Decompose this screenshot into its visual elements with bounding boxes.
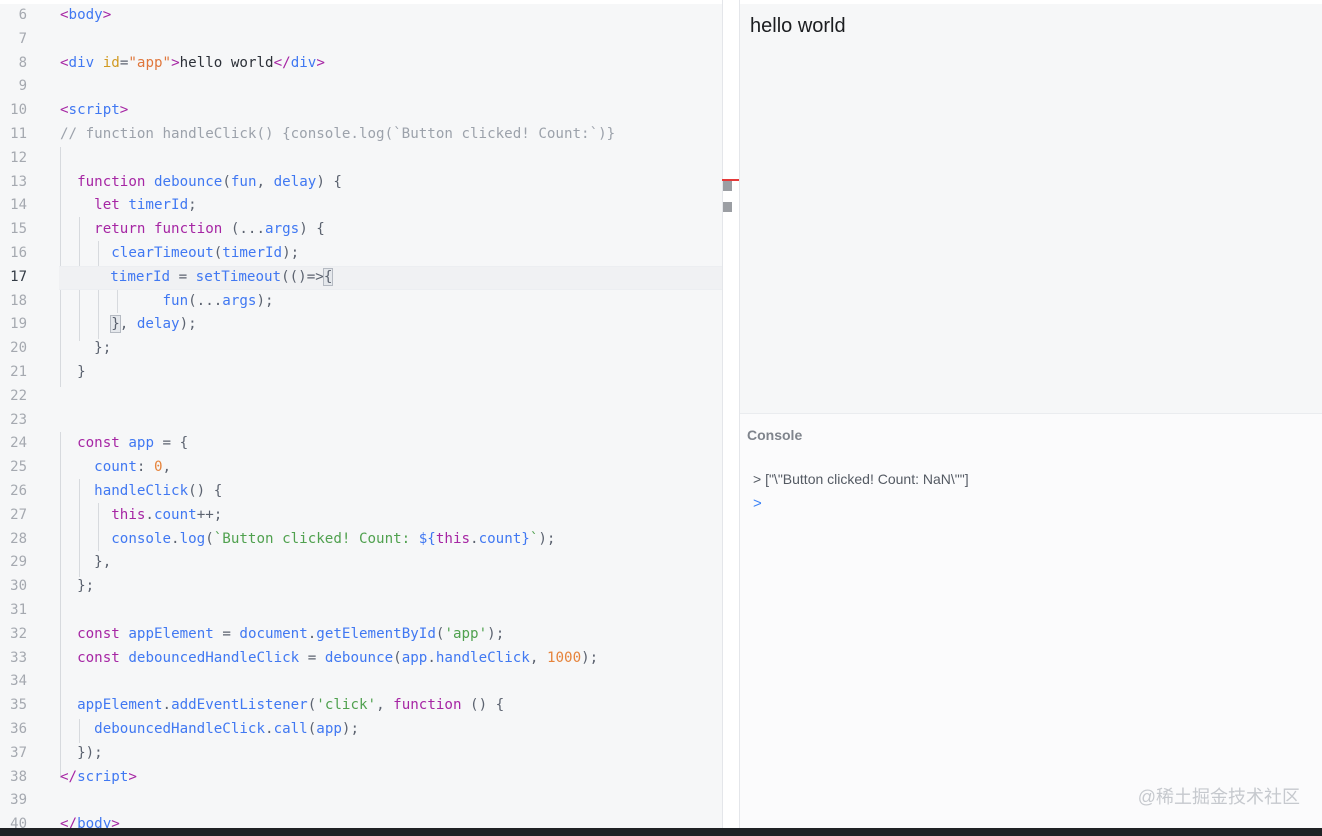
line-number: 22 [10, 387, 27, 404]
line-number: 34 [10, 673, 27, 690]
code-line-10: <script> [60, 102, 129, 119]
code-line-17-active: timerId = setTimeout(()=>{ [59, 265, 722, 290]
line-number-gutter: 6 7 8 9 10 11 12 13 14 15 16 17 18 19 20… [0, 4, 44, 836]
code-line-36: debouncedHandleClick.call(app); [94, 720, 359, 737]
watermark: @稀土掘金技术社区 [1137, 787, 1300, 807]
line-number: 12 [10, 149, 27, 166]
code-line-16: clearTimeout(timerId); [111, 244, 300, 261]
line-number: 8 [18, 54, 27, 71]
line-number: 18 [10, 292, 27, 309]
code-line-15: return function (...args) { [94, 221, 325, 238]
code-line-35: appElement.addEventListener('click', fun… [77, 697, 505, 714]
line-number: 19 [10, 316, 27, 333]
code-line-32: const appElement = document.getElementBy… [77, 625, 505, 642]
matched-brace: } [110, 315, 121, 334]
line-number: 15 [10, 221, 27, 238]
scrollbar-marker[interactable] [723, 181, 732, 191]
console-prompt[interactable]: > [753, 495, 762, 512]
code-line-27: this.count++; [111, 506, 223, 523]
code-line-38: </script> [60, 768, 137, 785]
line-number: 20 [10, 340, 27, 357]
code-line-26: handleClick() { [94, 482, 223, 499]
line-number: 31 [10, 601, 27, 618]
line-number-active: 17 [10, 268, 27, 285]
preview-pane[interactable]: hello world [740, 4, 1322, 413]
code-editor[interactable]: 6 7 8 9 10 11 12 13 14 15 16 17 18 19 20… [0, 0, 722, 836]
code-line-6: <body> [60, 7, 112, 23]
line-number: 7 [18, 30, 27, 47]
line-number: 33 [10, 649, 27, 666]
line-number: 26 [10, 482, 27, 499]
line-number: 21 [10, 363, 27, 380]
code-line-29: }, [60, 554, 112, 571]
code-line-13: function debounce(fun, delay) { [77, 173, 342, 190]
line-number: 24 [10, 435, 27, 452]
line-number: 39 [10, 792, 27, 809]
line-number: 9 [18, 78, 27, 95]
line-number: 27 [10, 506, 27, 523]
code-line-19: }, delay); [110, 315, 197, 334]
line-number: 6 [18, 7, 27, 23]
preview-app-text[interactable]: hello world [750, 15, 846, 38]
line-number: 37 [10, 744, 27, 761]
line-number: 38 [10, 768, 27, 785]
console-title: Console [747, 427, 803, 443]
line-number: 13 [10, 173, 27, 190]
bottom-bar [0, 828, 1322, 836]
line-number: 14 [10, 197, 27, 214]
code-lines[interactable]: <body> <div id="app">hello world</div> <… [59, 4, 722, 836]
code-line-21: } [60, 363, 86, 380]
code-line-14: let timerId; [94, 197, 197, 214]
line-number: 28 [10, 530, 27, 547]
line-number: 10 [10, 102, 27, 119]
code-line-8: <div id="app">hello world</div> [60, 54, 325, 71]
console-output-line: > ["\"Button clicked! Count: NaN\""] [753, 471, 969, 487]
line-number: 36 [10, 720, 27, 737]
code-line-11: // function handleClick() {console.log(`… [60, 125, 616, 142]
code-line-33: const debouncedHandleClick = debounce(ap… [77, 649, 599, 666]
line-number: 23 [10, 411, 27, 428]
matched-brace: { [322, 267, 334, 286]
scrollbar-marker[interactable] [723, 202, 732, 212]
line-number: 16 [10, 244, 27, 261]
line-number: 11 [10, 125, 27, 142]
code-line-30: }; [60, 578, 95, 595]
code-line-28: console.log(`Button clicked! Count: ${th… [111, 530, 556, 547]
line-number: 29 [10, 554, 27, 571]
code-line-37: }); [60, 744, 103, 761]
console-panel: Console > ["\"Button clicked! Count: NaN… [740, 413, 1322, 829]
line-number: 25 [10, 459, 27, 476]
code-line-20: }; [60, 340, 112, 357]
pane-splitter[interactable] [722, 0, 740, 836]
line-number: 32 [10, 625, 27, 642]
code-line-18: fun(...args); [162, 292, 274, 309]
code-line-25: count: 0, [94, 459, 172, 476]
line-number: 35 [10, 697, 27, 714]
code-line-24: const app = { [77, 435, 189, 452]
line-number: 30 [10, 578, 27, 595]
